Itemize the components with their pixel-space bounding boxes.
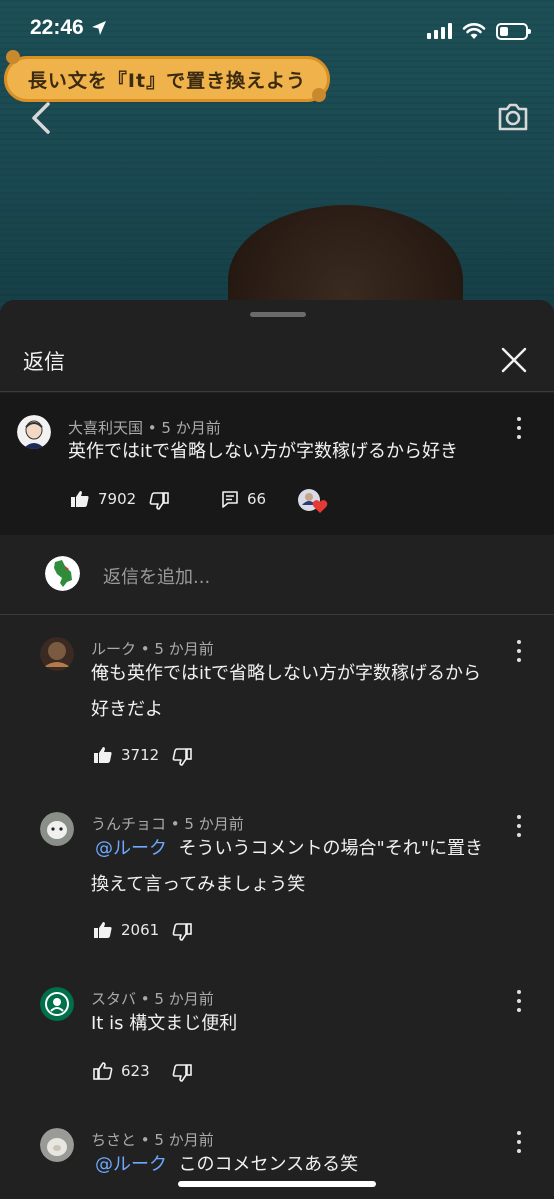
signal-icon	[427, 23, 452, 39]
more-vert-icon[interactable]	[515, 1131, 523, 1153]
avatar[interactable]	[40, 812, 74, 846]
comment-text-line: @ルーク そういうコメントの場合"それ"に置き	[91, 832, 483, 866]
like-count: 3712	[121, 746, 160, 764]
battery-icon	[496, 22, 531, 40]
like-button[interactable]: 623	[93, 1062, 150, 1080]
creator-heart	[298, 489, 328, 515]
close-icon[interactable]	[500, 346, 528, 374]
status-indicators	[427, 22, 531, 40]
comment-author-meta: スタバ • 5 か月前	[91, 990, 214, 1008]
thumb-down-icon[interactable]	[172, 923, 192, 941]
more-vert-icon[interactable]	[515, 815, 523, 837]
avatar[interactable]	[40, 637, 74, 671]
like-count: 7902	[98, 490, 137, 508]
add-reply-input[interactable]: 返信を追加...	[103, 563, 210, 589]
comment-author-meta: ルーク • 5 か月前	[91, 640, 214, 658]
video-caption: 長い文を『It』で置き換えよう	[4, 56, 330, 102]
creator-heart-icon	[312, 500, 328, 513]
more-vert-icon[interactable]	[515, 640, 523, 662]
drag-handle[interactable]	[250, 312, 306, 317]
like-count: 2061	[121, 921, 160, 939]
comment-text: It is 構文まじ便利	[91, 1013, 238, 1034]
thumb-up-icon	[94, 922, 112, 938]
thumb-up-icon	[94, 747, 112, 763]
thumb-down-icon[interactable]	[172, 1064, 192, 1082]
avatar[interactable]	[17, 415, 51, 449]
parent-comment: 大喜利天国 • 5 か月前 英作ではitで省略しない方が字数稼げるから好き 79…	[0, 393, 554, 535]
mention-link[interactable]: @ルーク	[95, 838, 167, 859]
reply-icon	[222, 491, 238, 508]
like-count: 623	[121, 1062, 150, 1080]
user-avatar	[45, 556, 80, 591]
thumb-up-icon	[71, 491, 89, 507]
reply-count: 66	[247, 490, 267, 508]
more-vert-icon[interactable]	[515, 417, 523, 439]
replies-panel: 返信 大喜利天国 • 5 か月前 英作ではitで省略しない方が字数稼げるから好き…	[0, 300, 554, 1199]
replies-button[interactable]: 66	[221, 490, 266, 508]
back-chevron-icon[interactable]	[28, 100, 58, 136]
panel-title: 返信	[23, 350, 65, 374]
location-arrow-icon	[91, 21, 106, 35]
mention-link[interactable]: @ルーク	[95, 1154, 167, 1175]
like-button[interactable]: 7902	[70, 490, 136, 508]
status-time: 22:46	[30, 16, 84, 39]
comment-text: 英作ではitで省略しない方が字数稼げるから好き	[68, 441, 459, 462]
comment-text-line: 好きだよ	[91, 699, 163, 720]
like-button[interactable]: 2061	[93, 921, 159, 939]
paw-decoration	[312, 88, 326, 102]
avatar[interactable]	[40, 1128, 74, 1162]
panel-header: 返信	[0, 326, 554, 392]
more-vert-icon[interactable]	[515, 990, 523, 1012]
like-button[interactable]: 3712	[93, 746, 159, 764]
comment-text-line: 換えて言ってみましょう笑	[91, 874, 306, 895]
thumb-up-icon	[93, 1062, 113, 1080]
thumb-down-icon[interactable]	[149, 492, 169, 510]
home-indicator	[178, 1181, 376, 1187]
avatar[interactable]	[40, 987, 74, 1021]
comment-text: このコメセンスある笑	[178, 1154, 359, 1175]
wifi-icon	[462, 23, 486, 39]
thumb-down-icon[interactable]	[172, 748, 192, 766]
comment-author-meta: うんチョコ • 5 か月前	[91, 815, 244, 833]
camera-icon[interactable]	[496, 101, 530, 133]
comment-text-line: 俺も英作ではitで省略しない方が字数稼げるから	[91, 663, 482, 684]
comment-text-line: @ルーク このコメセンスある笑	[91, 1148, 358, 1182]
comment-text: そういうコメントの場合"それ"に置き	[178, 838, 484, 859]
comment-author-meta: ちさと • 5 か月前	[91, 1131, 214, 1149]
add-reply-row[interactable]: 返信を追加...	[0, 535, 554, 615]
